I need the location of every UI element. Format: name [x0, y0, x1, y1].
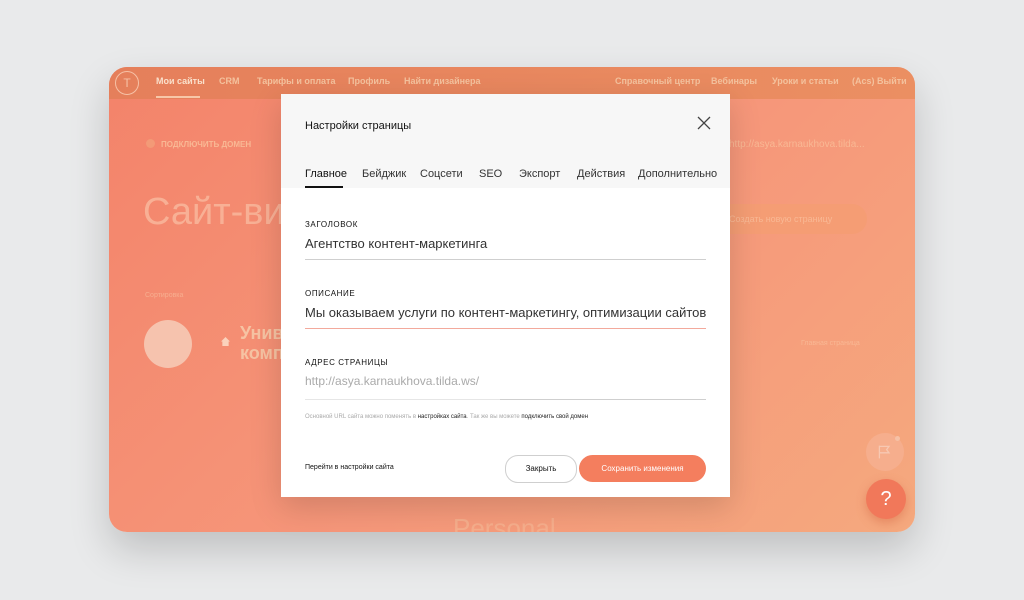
tilda-logo[interactable]: T — [115, 71, 139, 95]
help-button[interactable]: ? — [866, 479, 906, 519]
page-thumbnail[interactable] — [144, 320, 192, 368]
help-icon: ? — [880, 488, 892, 510]
tab-seo[interactable]: SEO — [479, 168, 502, 180]
add-page-label: Создать новую страницу — [729, 214, 833, 224]
tab-additional[interactable]: Дополнительно — [638, 168, 717, 180]
home-icon — [221, 337, 230, 346]
goto-site-settings-link[interactable]: Перейти в настройки сайта — [305, 464, 394, 471]
connect-domain-link[interactable]: ПОДКЛЮЧИТЬ ДОМЕН — [161, 140, 251, 149]
connect-domain-hint-link[interactable]: подключить свой домен — [521, 414, 588, 420]
nav-find-designer[interactable]: Найти дизайнера — [404, 76, 481, 86]
active-tab-indicator — [305, 186, 343, 188]
address-prefix-underline — [305, 399, 500, 400]
address-prefix: http://asya.karnaukhova.tilda.ws/ — [305, 374, 480, 388]
flag-icon — [878, 445, 891, 459]
title-input[interactable] — [305, 234, 706, 252]
address-input-underline — [500, 399, 706, 400]
description-input-underline — [305, 328, 706, 329]
tab-actions[interactable]: Действия — [577, 168, 625, 180]
address-input[interactable] — [503, 374, 706, 392]
description-field-label: ОПИСАНИЕ — [305, 289, 356, 298]
nav-help-center[interactable]: Справочный центр — [615, 76, 700, 86]
page-settings-modal: Настройки страницы Главное Бейджик Соцсе… — [281, 94, 730, 497]
url-hint: Основной URL сайта можно поменять в наст… — [305, 414, 588, 420]
modal-title: Настройки страницы — [305, 120, 412, 132]
personal-text: Personal — [453, 513, 556, 532]
site-title: Сайт-виз — [143, 191, 303, 233]
hint-text-1: Основной URL сайта можно поменять в — [305, 414, 417, 420]
tab-badge[interactable]: Бейджик — [362, 168, 406, 180]
tab-main[interactable]: Главное — [305, 168, 347, 180]
nav-lessons[interactable]: Уроки и статьи — [772, 76, 839, 86]
page-card-title-2[interactable]: комп — [240, 343, 284, 364]
hint-text-2: . Так же вы можете — [466, 414, 520, 420]
close-icon[interactable] — [697, 116, 711, 130]
nav-my-sites[interactable]: Мои сайты — [156, 76, 205, 86]
nav-profile[interactable]: Профиль — [348, 76, 390, 86]
home-page-label: Главная страница — [801, 340, 860, 347]
site-settings-link[interactable]: настройках сайта — [418, 414, 467, 420]
sort-label: Сортировка — [145, 292, 184, 299]
flag-button[interactable] — [866, 433, 904, 471]
title-input-underline — [305, 259, 706, 260]
site-url-link[interactable]: http://asya.karnaukhova.tilda... — [729, 139, 865, 150]
address-field-label: АДРЕС СТРАНИЦЫ — [305, 358, 389, 367]
nav-active-indicator — [156, 96, 200, 98]
save-changes-button[interactable]: Сохранить изменения — [579, 455, 706, 482]
nav-crm[interactable]: CRM — [219, 76, 240, 86]
domain-status-dot — [146, 139, 155, 148]
tab-social[interactable]: Соцсети — [420, 168, 463, 180]
notification-badge — [895, 436, 900, 441]
title-field-label: ЗАГОЛОВОК — [305, 220, 359, 229]
description-input[interactable] — [305, 303, 706, 321]
nav-webinars[interactable]: Вебинары — [711, 76, 757, 86]
nav-logout[interactable]: (Acs) Выйти — [852, 76, 907, 86]
modal-header: Настройки страницы Главное Бейджик Соцсе… — [281, 94, 730, 188]
tab-export[interactable]: Экспорт — [519, 168, 560, 180]
nav-plans[interactable]: Тарифы и оплата — [257, 76, 335, 86]
page-card-title-1[interactable]: Унив — [240, 323, 284, 344]
close-button[interactable]: Закрыть — [505, 455, 577, 483]
